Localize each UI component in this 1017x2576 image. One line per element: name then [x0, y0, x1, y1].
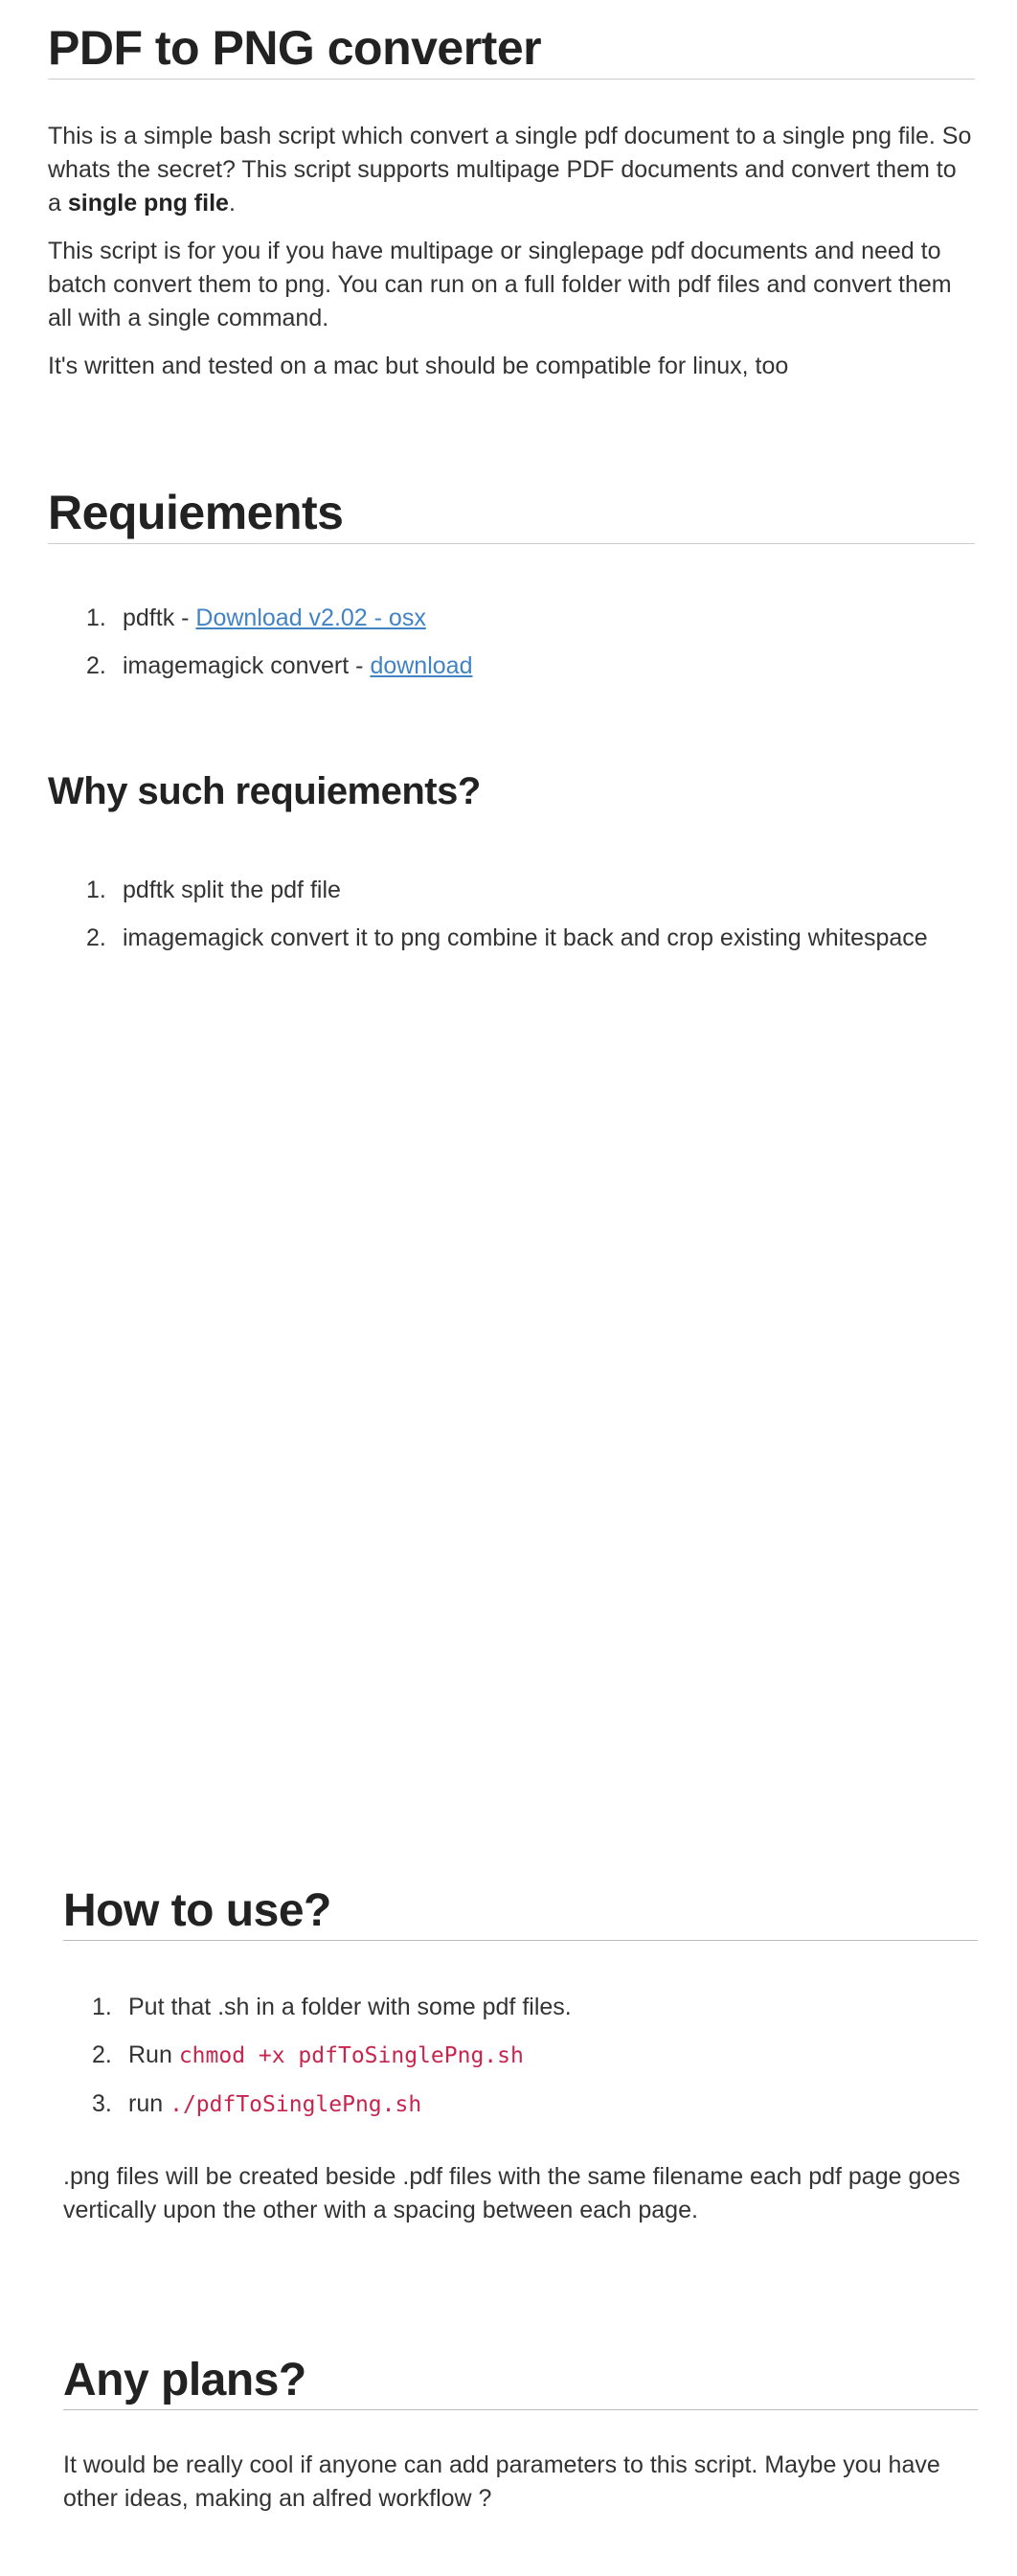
list-item-text: Put that .sh in a folder with some pdf f…: [128, 1994, 572, 2020]
plans-paragraph: It would be really cool if anyone can ad…: [63, 2451, 940, 2512]
list-item-text: pdftk -: [123, 604, 196, 631]
list-number: 2.: [92, 2041, 112, 2068]
how-result-paragraph: .png files will be created beside .pdf f…: [63, 2163, 960, 2223]
how-section: How to use? 1. Put that .sh in a folder …: [63, 1882, 978, 2227]
list-item: 1. pdftk split the pdf file: [48, 874, 975, 907]
plans-section: Any plans? It would be really cool if an…: [63, 2352, 978, 2516]
list-item-text: imagemagick convert -: [123, 652, 371, 679]
chmod-command: chmod +x pdfToSinglePng.sh: [178, 2043, 524, 2068]
list-number: 2.: [86, 652, 106, 679]
intro-end: .: [228, 190, 236, 217]
intro-paragraph-3: It's written and tested on a mac but sho…: [48, 353, 789, 379]
list-item: 2. imagemagick convert - download: [48, 650, 975, 683]
why-heading: Why such requiements?: [48, 770, 481, 812]
list-item: 2. imagemagick convert it to png combine…: [48, 922, 975, 955]
run-command: ./pdfToSinglePng.sh: [170, 2092, 422, 2117]
plans-heading: Any plans?: [63, 2352, 978, 2410]
requirements-section: Requiements 1. pdftk - Download v2.02 - …: [48, 484, 975, 697]
why-list: 1. pdftk split the pdf file 2. imagemagi…: [48, 874, 975, 955]
intro-paragraph-2: This script is for you if you have multi…: [48, 238, 952, 331]
imagemagick-download-link[interactable]: download: [370, 652, 472, 679]
intro-section: PDF to PNG converter This is a simple ba…: [48, 19, 975, 383]
list-number: 3.: [92, 2090, 112, 2117]
intro-paragraph-1: This is a simple bash script which conve…: [48, 120, 975, 220]
intro-bold: single png file: [67, 190, 229, 217]
page-title: PDF to PNG converter: [48, 19, 975, 80]
list-number: 1.: [86, 877, 106, 903]
why-section: Why such requiements? 1. pdftk split the…: [48, 766, 975, 969]
list-item-text: Run: [128, 2041, 179, 2068]
how-list: 1. Put that .sh in a folder with some pd…: [63, 1991, 978, 2122]
list-item: 3. run ./pdfToSinglePng.sh: [63, 2087, 978, 2122]
list-item: 1. pdftk - Download v2.02 - osx: [48, 602, 975, 635]
how-heading: How to use?: [63, 1882, 978, 1941]
list-item-text: imagemagick convert it to png combine it…: [123, 924, 928, 951]
pdftk-download-link[interactable]: Download v2.02 - osx: [195, 604, 425, 631]
list-number: 1.: [86, 604, 106, 631]
list-item: 1. Put that .sh in a folder with some pd…: [63, 1991, 978, 2024]
list-number: 1.: [92, 1994, 112, 2020]
list-item-text: pdftk split the pdf file: [123, 877, 341, 903]
list-number: 2.: [86, 924, 106, 951]
list-item-text: run: [128, 2090, 170, 2117]
requirements-heading: Requiements: [48, 484, 975, 544]
requirements-list: 1. pdftk - Download v2.02 - osx 2. image…: [48, 602, 975, 683]
list-item: 2. Run chmod +x pdfToSinglePng.sh: [63, 2039, 978, 2073]
